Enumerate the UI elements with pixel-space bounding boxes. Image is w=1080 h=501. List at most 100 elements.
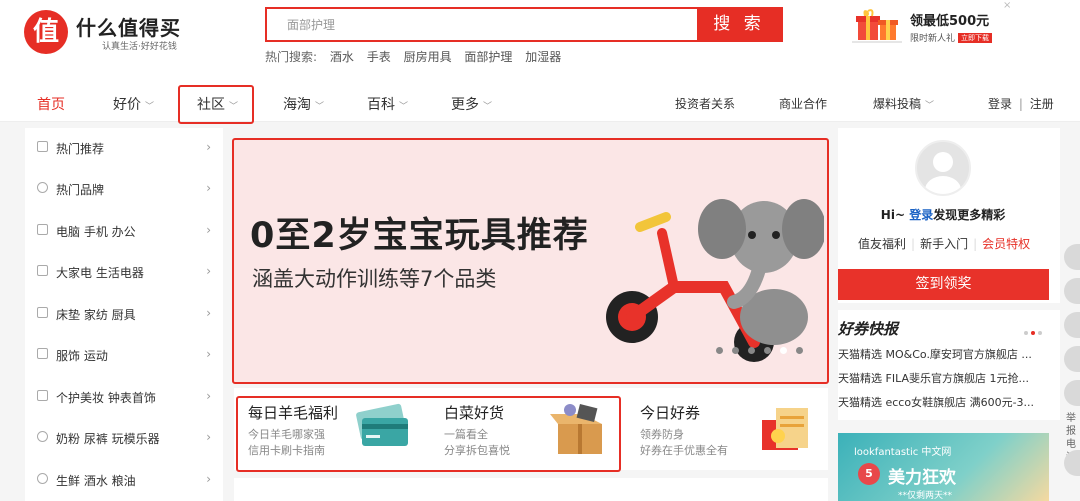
carousel-dot[interactable]: [796, 347, 803, 354]
back-to-top-icon[interactable]: [1064, 450, 1080, 476]
hero-banner[interactable]: 0至2岁宝宝玩具推荐 涵盖大动作训练等7个品类: [234, 139, 828, 384]
coupon-news-title: 好券快报: [838, 320, 899, 338]
category-label: 生鲜 酒水 粮油: [56, 474, 136, 488]
site-logo[interactable]: 值 什么值得买 认真生活·好好花钱: [24, 10, 194, 56]
credit-card-image: [356, 403, 408, 446]
chevron-down-icon: ﹀: [315, 102, 325, 112]
user-link-benefits[interactable]: 值友福利: [858, 237, 906, 251]
chevron-down-icon: ﹀: [925, 101, 935, 111]
service-icon[interactable]: [1064, 380, 1080, 406]
card-desc: 今日羊毛哪家强: [248, 428, 325, 441]
nav-wiki[interactable]: 百科 ﹀: [367, 94, 408, 114]
search-input[interactable]: [267, 9, 697, 40]
nav-label: 社区: [197, 97, 225, 113]
promo-title: 领最低500元: [910, 14, 990, 29]
category-item[interactable]: 大家电 生活电器 ›: [25, 252, 223, 293]
greeting-tail: 发现更多精彩: [933, 208, 1006, 222]
pager-dot[interactable]: [1038, 331, 1042, 335]
user-link-newbie[interactable]: 新手入门: [920, 237, 968, 251]
coupon-news: 好券快报 天猫精选 MO&Co.摩安珂官方旗舰店 ... 天猫精选 FILA斐乐…: [838, 310, 1060, 420]
category-item[interactable]: 生鲜 酒水 粮油 ›: [25, 460, 223, 501]
ad-subtitle: **仅剩两天**: [898, 491, 953, 501]
carousel-dot[interactable]: [748, 347, 755, 354]
signin-reward-button[interactable]: 签到领奖: [838, 269, 1049, 300]
user-link-vip[interactable]: 会员特权: [982, 237, 1030, 251]
category-item[interactable]: 服饰 运动 ›: [25, 335, 223, 376]
card-desc: 分享拆包喜悦: [444, 444, 510, 457]
carousel-dots: [716, 343, 812, 357]
card-desc: 好券在手优惠全有: [640, 444, 728, 457]
hot-search-item[interactable]: 厨房用具: [404, 50, 452, 64]
category-item[interactable]: 奶粉 尿裤 玩模乐器 ›: [25, 418, 223, 459]
nav-business[interactable]: 商业合作: [779, 95, 827, 112]
divider: |: [973, 237, 978, 251]
next-row: [234, 478, 828, 501]
category-item[interactable]: 个护美妆 钟表首饰 ›: [25, 377, 223, 418]
coupon-item[interactable]: 天猫精选 MO&Co.摩安珂官方旗舰店 ...: [838, 346, 1048, 362]
category-item[interactable]: 热门品牌 ›: [25, 169, 223, 210]
ad-banner[interactable]: lookfantastic 中文网 5 美力狂欢 **仅剩两天**: [838, 433, 1049, 501]
card-daily-deals[interactable]: 每日羊毛福利 今日羊毛哪家强 信用卡刷卡指南: [234, 388, 430, 470]
nav-home[interactable]: 首页: [37, 94, 65, 114]
category-item[interactable]: 床垫 家纺 厨具 ›: [25, 294, 223, 335]
nav-submit[interactable]: 爆料投稿 ﹀: [873, 95, 934, 112]
card-desc: 一篇看全: [444, 428, 488, 441]
nav-deals[interactable]: 好价 ﹀: [113, 94, 154, 114]
hot-search-item[interactable]: 面部护理: [464, 50, 512, 64]
hot-search-item[interactable]: 酒水: [330, 50, 354, 64]
thumbs-up-icon: [37, 141, 48, 152]
pager-dot-active[interactable]: [1031, 331, 1035, 335]
hot-search-item[interactable]: 手表: [367, 50, 391, 64]
toy-bike-elephant-image: [606, 199, 824, 362]
nav-investor-relations[interactable]: 投资者关系: [675, 95, 735, 112]
register-link[interactable]: 注册: [1030, 97, 1054, 111]
chevron-right-icon: ›: [206, 264, 211, 278]
card-desc: 领券防身: [640, 428, 684, 441]
category-label: 床垫 家纺 厨具: [56, 308, 136, 322]
carousel-dot[interactable]: [764, 347, 771, 354]
user-panel: Hi~ 登录发现更多精彩 值友福利 | 新手入门 | 会员特权 签到领奖: [838, 128, 1060, 303]
hot-search-item[interactable]: 加湿器: [525, 50, 561, 64]
app-icon[interactable]: [1064, 244, 1080, 270]
close-icon[interactable]: ×: [1003, 0, 1011, 11]
promo-download-button[interactable]: 立即下载: [958, 33, 993, 43]
pager-dot[interactable]: [1024, 331, 1028, 335]
coupon-item[interactable]: 天猫精选 ecco女鞋旗舰店 满600元-3...: [838, 394, 1048, 410]
carousel-dot-active[interactable]: [780, 347, 787, 354]
feedback-icon[interactable]: [1064, 346, 1080, 372]
carousel-dot[interactable]: [716, 347, 723, 354]
category-label: 个护美妆 钟表首饰: [56, 391, 156, 405]
nav-community[interactable]: 社区 ﹀: [197, 94, 238, 114]
greeting-login-link[interactable]: 登录: [909, 208, 933, 222]
main-nav: 首页 好价 ﹀ 社区 ﹀ 海淘 ﹀ 百科 ﹀ 更多 ﹀ 投资者关系 商业合作 爆料投稿 ﹀ …: [0, 82, 1080, 122]
chevron-right-icon: ›: [206, 389, 211, 403]
carousel-dot[interactable]: [732, 347, 739, 354]
category-item[interactable]: 电脑 手机 办公 ›: [25, 211, 223, 252]
search-button[interactable]: 搜 索: [697, 9, 781, 40]
nav-label: 好价: [113, 97, 141, 113]
card-title: 白菜好货: [444, 404, 505, 422]
chevron-right-icon: ›: [206, 472, 211, 486]
card-daily-coupons[interactable]: 今日好券 领券防身 好券在手优惠全有: [626, 388, 828, 470]
nav-label: 爆料投稿: [873, 97, 922, 111]
card-desc: 信用卡刷卡指南: [248, 444, 325, 457]
nav-more[interactable]: 更多 ﹀: [451, 94, 492, 114]
category-item[interactable]: 热门推荐 ›: [25, 128, 223, 169]
red-envelope-image: [762, 408, 808, 450]
hot-search: 热门搜索: 酒水 手表 厨房用具 面部护理 加湿器: [265, 48, 570, 64]
weibo-icon[interactable]: [1064, 312, 1080, 338]
coupon-item[interactable]: 天猫精选 FILA斐乐官方旗舰店 1元抢...: [838, 370, 1048, 386]
card-bargain-goods[interactable]: 白菜好货 一篇看全 分享拆包喜悦: [430, 388, 626, 470]
card-title: 每日羊毛福利: [248, 404, 339, 422]
category-sidebar: 热门推荐 › 热门品牌 › 电脑 手机 办公 › 大家电 生活电器 › 床垫 家纺 厨具…: [25, 128, 223, 501]
nav-haitao[interactable]: 海淘 ﹀: [283, 94, 324, 114]
avatar[interactable]: [915, 140, 971, 196]
wechat-icon[interactable]: [1064, 278, 1080, 304]
chevron-right-icon: ›: [206, 140, 211, 154]
nav-label: 首页: [37, 97, 65, 113]
nav-label: 百科: [367, 97, 395, 113]
login-link[interactable]: 登录: [988, 97, 1012, 111]
greeting-prefix: Hi~: [880, 208, 905, 222]
gift-icon: [852, 9, 902, 43]
new-user-promo[interactable]: 领最低500元 限时新人礼 立即下载: [848, 4, 1008, 46]
